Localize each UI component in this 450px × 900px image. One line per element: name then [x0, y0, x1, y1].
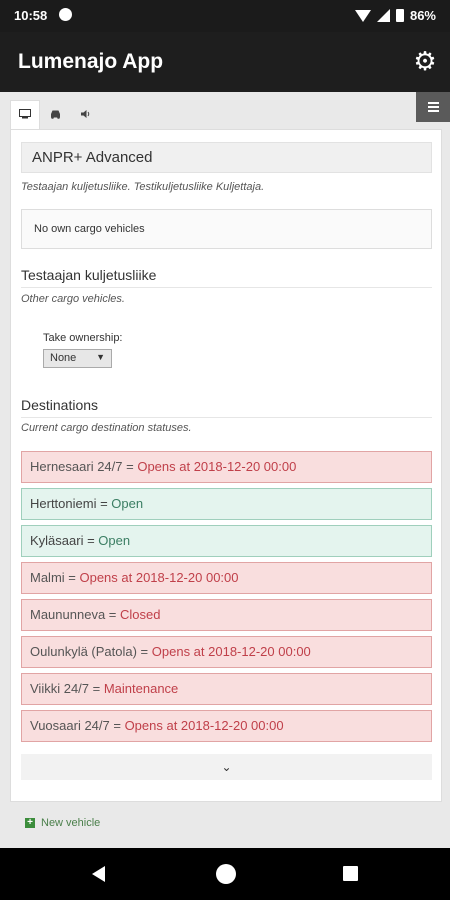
company-subtitle: Other cargo vehicles.	[21, 293, 125, 305]
tab-monitor[interactable]	[10, 100, 40, 130]
app-name-header: ANPR+ Advanced	[21, 142, 432, 173]
destination-status: Opens at 2018-12-20 00:00	[124, 718, 284, 733]
destination-name: Maununneva =	[30, 607, 120, 622]
tab-sound[interactable]	[70, 100, 100, 130]
back-icon[interactable]	[92, 866, 105, 882]
destination-name: Viikki 24/7 =	[30, 681, 104, 696]
destination-name: Kyläsaari =	[30, 533, 99, 548]
navigation-bar	[0, 848, 450, 900]
destination-name: Hernesaari 24/7 =	[30, 459, 138, 474]
status-bar: 10:58 86%	[0, 0, 450, 32]
new-vehicle-label: New vehicle	[41, 817, 101, 829]
ownership-select-value: None	[50, 352, 77, 364]
destination-item[interactable]: Hernesaari 24/7 = Opens at 2018-12-20 00…	[21, 451, 432, 483]
battery-icon	[395, 9, 404, 22]
destinations-subtitle: Current cargo destination statuses.	[21, 422, 192, 434]
ownership-select[interactable]: None ▼	[43, 349, 112, 368]
destination-item[interactable]: Malmi = Opens at 2018-12-20 00:00	[21, 562, 432, 594]
main-panel: ANPR+ Advanced Testaajan kuljetusliike. …	[10, 129, 442, 802]
app-bar: Lumenajo App ⚙	[0, 32, 450, 92]
chevron-down-icon: ⌄	[221, 760, 232, 774]
destination-item[interactable]: Herttoniemi = Open	[21, 488, 432, 520]
menu-button[interactable]	[416, 92, 450, 122]
recent-apps-icon[interactable]	[343, 866, 358, 881]
caret-down-icon: ▼	[96, 352, 105, 362]
destinations-title: Destinations	[21, 397, 432, 418]
signal-icon	[376, 9, 390, 22]
status-right: 86%	[354, 8, 436, 23]
speaker-icon	[80, 109, 91, 122]
destination-item[interactable]: Oulunkylä (Patola) = Opens at 2018-12-20…	[21, 636, 432, 668]
expand-button[interactable]: ⌄	[21, 754, 432, 780]
new-vehicle-link[interactable]: + New vehicle	[25, 817, 100, 829]
status-time: 10:58	[14, 8, 48, 23]
destination-status: Closed	[119, 607, 161, 622]
tab-bar	[10, 100, 100, 130]
tab-vehicle[interactable]	[40, 100, 70, 130]
destination-name: Vuosaari 24/7 =	[30, 718, 125, 733]
menu-line	[427, 102, 439, 104]
destination-item[interactable]: Kyläsaari = Open	[21, 525, 432, 557]
battery-level: 86%	[409, 8, 436, 23]
destination-item[interactable]: Maununneva = Closed	[21, 599, 432, 631]
company-title: Testaajan kuljetusliike	[21, 267, 432, 288]
ownership-label: Take ownership:	[43, 332, 123, 344]
destination-status: Maintenance	[103, 681, 179, 696]
plus-icon: +	[25, 818, 35, 828]
notification-icon	[59, 8, 72, 21]
destination-status: Open	[98, 533, 131, 548]
monitor-icon	[19, 109, 31, 122]
app-title: Lumenajo App	[18, 50, 164, 73]
destination-name: Malmi =	[30, 570, 80, 585]
home-icon[interactable]	[216, 864, 236, 884]
destination-status: Open	[111, 496, 144, 511]
wifi-icon	[354, 9, 371, 22]
destination-item[interactable]: Viikki 24/7 = Maintenance	[21, 673, 432, 705]
destination-item[interactable]: Vuosaari 24/7 = Opens at 2018-12-20 00:0…	[21, 710, 432, 742]
destination-status: Opens at 2018-12-20 00:00	[137, 459, 297, 474]
destination-status: Opens at 2018-12-20 00:00	[151, 644, 311, 659]
car-icon	[49, 109, 62, 122]
destination-name: Oulunkylä (Patola) =	[30, 644, 152, 659]
settings-gear-icon[interactable]: ⚙	[412, 48, 438, 74]
menu-line	[427, 106, 439, 108]
destination-status: Opens at 2018-12-20 00:00	[79, 570, 239, 585]
own-vehicles-box: No own cargo vehicles	[21, 209, 432, 249]
menu-line	[427, 110, 439, 112]
app-subtitle: Testaajan kuljetusliike. Testikuljetusli…	[21, 181, 265, 193]
destination-name: Herttoniemi =	[30, 496, 112, 511]
